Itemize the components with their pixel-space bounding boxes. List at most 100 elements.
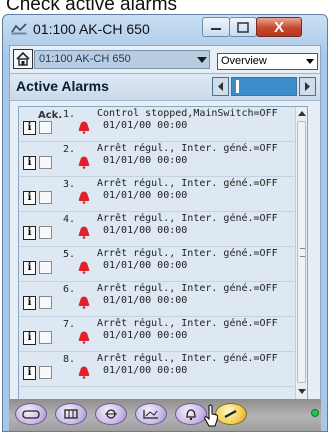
alarm-timestamp: 01/01/00 00:00 xyxy=(103,365,188,376)
alarm-timestamp: 01/01/00 00:00 xyxy=(103,295,188,306)
acknowledge-checkbox[interactable] xyxy=(39,191,52,204)
alarm-text: Arrêt régul., Inter. géné.=OFF xyxy=(97,283,278,294)
home-icon xyxy=(16,51,30,66)
alarm-number: 1. xyxy=(63,109,76,120)
alarm-text: Arrêt régul., Inter. géné.=OFF xyxy=(97,178,278,189)
alarm-row[interactable]: i 5. Arrêt régul., Inter. géné.=OFF 01/01/0… xyxy=(19,247,294,282)
alarm-icon xyxy=(78,261,90,274)
view-select[interactable]: Overview xyxy=(217,53,318,70)
arrow-left-icon xyxy=(218,82,223,91)
alarm-timestamp: 01/01/00 00:00 xyxy=(103,225,188,236)
minimize-icon xyxy=(211,28,221,30)
device-select[interactable]: 01:100 AK-CH 650 xyxy=(34,50,210,69)
info-button[interactable]: i xyxy=(23,296,36,310)
graph-icon xyxy=(143,410,158,419)
alarm-timestamp: 01/01/00 00:00 xyxy=(103,120,188,131)
alarm-row[interactable]: i 4. Arrêt régul., Inter. géné.=OFF 01/01/0… xyxy=(19,212,294,247)
alarm-row[interactable]: i 3. Arrêt régul., Inter. géné.=OFF 01/01/0… xyxy=(19,177,294,212)
top-toolbar: 01:100 AK-CH 650 Overview xyxy=(10,46,320,72)
alarm-row[interactable]: i 7. Arrêt régul., Inter. géné.=OFF 01/01/0… xyxy=(19,317,294,352)
chevron-down-icon xyxy=(197,57,207,63)
info-button[interactable]: i xyxy=(23,121,36,135)
info-button[interactable]: i xyxy=(23,191,36,205)
alarm-icon xyxy=(78,296,90,309)
alarm-row[interactable]: i 2. Arrêt régul., Inter. géné.=OFF 01/01/0… xyxy=(19,142,294,177)
status-indicator xyxy=(311,409,319,417)
alarm-number: 5. xyxy=(63,249,76,260)
alarm-number: 2. xyxy=(63,144,76,155)
maximize-icon xyxy=(237,21,249,33)
scrollbar[interactable] xyxy=(295,107,307,399)
pager-prev-button[interactable] xyxy=(212,77,229,96)
ack-column-header: Ack. xyxy=(38,110,63,121)
alarm-text: Arrêt régul., Inter. géné.=OFF xyxy=(97,318,278,329)
acknowledge-checkbox[interactable] xyxy=(39,366,52,379)
alarm-bell-icon xyxy=(186,409,196,421)
alarm-number: 4. xyxy=(63,214,76,225)
alarms-header: Active Alarms xyxy=(10,73,320,101)
alarm-row[interactable]: i 8. Arrêt régul., Inter. géné.=OFF 01/01/0… xyxy=(19,352,294,387)
acknowledge-checkbox[interactable] xyxy=(39,156,52,169)
alarm-number: 3. xyxy=(63,179,76,190)
close-button[interactable]: X xyxy=(256,17,302,37)
nav-keypad-button[interactable] xyxy=(55,403,87,425)
view-select-value: Overview xyxy=(221,55,267,67)
acknowledge-checkbox[interactable] xyxy=(39,296,52,309)
minimize-button[interactable] xyxy=(202,17,230,37)
nav-service-button[interactable] xyxy=(215,403,247,425)
alarm-icon xyxy=(78,191,90,204)
compressor-icon xyxy=(105,409,117,419)
alarm-timestamp: 01/01/00 00:00 xyxy=(103,260,188,271)
acknowledge-checkbox[interactable] xyxy=(39,121,52,134)
title-bar[interactable]: 01:100 AK-CH 650 X xyxy=(3,15,327,45)
alarm-number: 6. xyxy=(63,284,76,295)
alarm-icon xyxy=(78,121,90,134)
alarm-row[interactable]: i 6. Arrêt régul., Inter. géné.=OFF 01/01/0… xyxy=(19,282,294,317)
page-title: Active Alarms xyxy=(16,78,109,94)
nav-compressor-button[interactable] xyxy=(95,403,127,425)
alarm-text: Arrêt régul., Inter. géné.=OFF xyxy=(97,213,278,224)
info-button[interactable]: i xyxy=(23,261,36,275)
alarm-number: 8. xyxy=(63,354,76,365)
bottom-navigation xyxy=(9,399,321,431)
alarm-icon xyxy=(78,156,90,169)
pager-next-button[interactable] xyxy=(299,77,316,96)
alarm-icon xyxy=(78,331,90,344)
alarm-list[interactable]: Ack. i 1. Control stopped,MainSwitch=OFF 01… xyxy=(18,106,308,400)
alarm-icon xyxy=(78,366,90,379)
alarm-timestamp: 01/01/00 00:00 xyxy=(103,330,188,341)
pager-cursor xyxy=(236,80,239,93)
scroll-up-icon[interactable] xyxy=(298,111,306,116)
alarm-timestamp: 01/01/00 00:00 xyxy=(103,190,188,201)
alarm-timestamp: 01/01/00 00:00 xyxy=(103,155,188,166)
acknowledge-checkbox[interactable] xyxy=(39,226,52,239)
alarm-text: Control stopped,MainSwitch=OFF xyxy=(97,108,278,119)
info-button[interactable]: i xyxy=(23,156,36,170)
acknowledge-checkbox[interactable] xyxy=(39,331,52,344)
keypad-icon xyxy=(64,409,78,419)
arrow-right-icon xyxy=(305,82,310,91)
alarm-icon xyxy=(78,226,90,239)
info-button[interactable]: i xyxy=(23,226,36,240)
home-button[interactable] xyxy=(13,49,33,69)
pager-field[interactable] xyxy=(231,77,297,96)
app-window: 01:100 AK-CH 650 X 01:100 AK-CH 650 Over… xyxy=(2,14,328,432)
maximize-button[interactable] xyxy=(229,17,257,37)
mouse-pointer-icon xyxy=(204,404,218,427)
chevron-down-icon xyxy=(306,59,314,64)
scroll-thumb[interactable] xyxy=(297,121,306,383)
nav-graph-button[interactable] xyxy=(135,403,167,425)
alarm-text: Arrêt régul., Inter. géné.=OFF xyxy=(97,143,278,154)
info-button[interactable]: i xyxy=(23,331,36,345)
nav-controller-button[interactable] xyxy=(15,403,47,425)
controller-icon xyxy=(22,410,40,419)
window-title: 01:100 AK-CH 650 xyxy=(33,21,150,37)
acknowledge-checkbox[interactable] xyxy=(39,261,52,274)
alarm-text: Arrêt régul., Inter. géné.=OFF xyxy=(97,248,278,259)
info-button[interactable]: i xyxy=(23,366,36,380)
scroll-down-icon[interactable] xyxy=(298,389,306,394)
app-client-area: 01:100 AK-CH 650 Overview Active Alarms … xyxy=(9,45,321,429)
grip-icon xyxy=(300,248,305,257)
close-icon: X xyxy=(273,18,284,36)
service-icon xyxy=(224,410,237,418)
